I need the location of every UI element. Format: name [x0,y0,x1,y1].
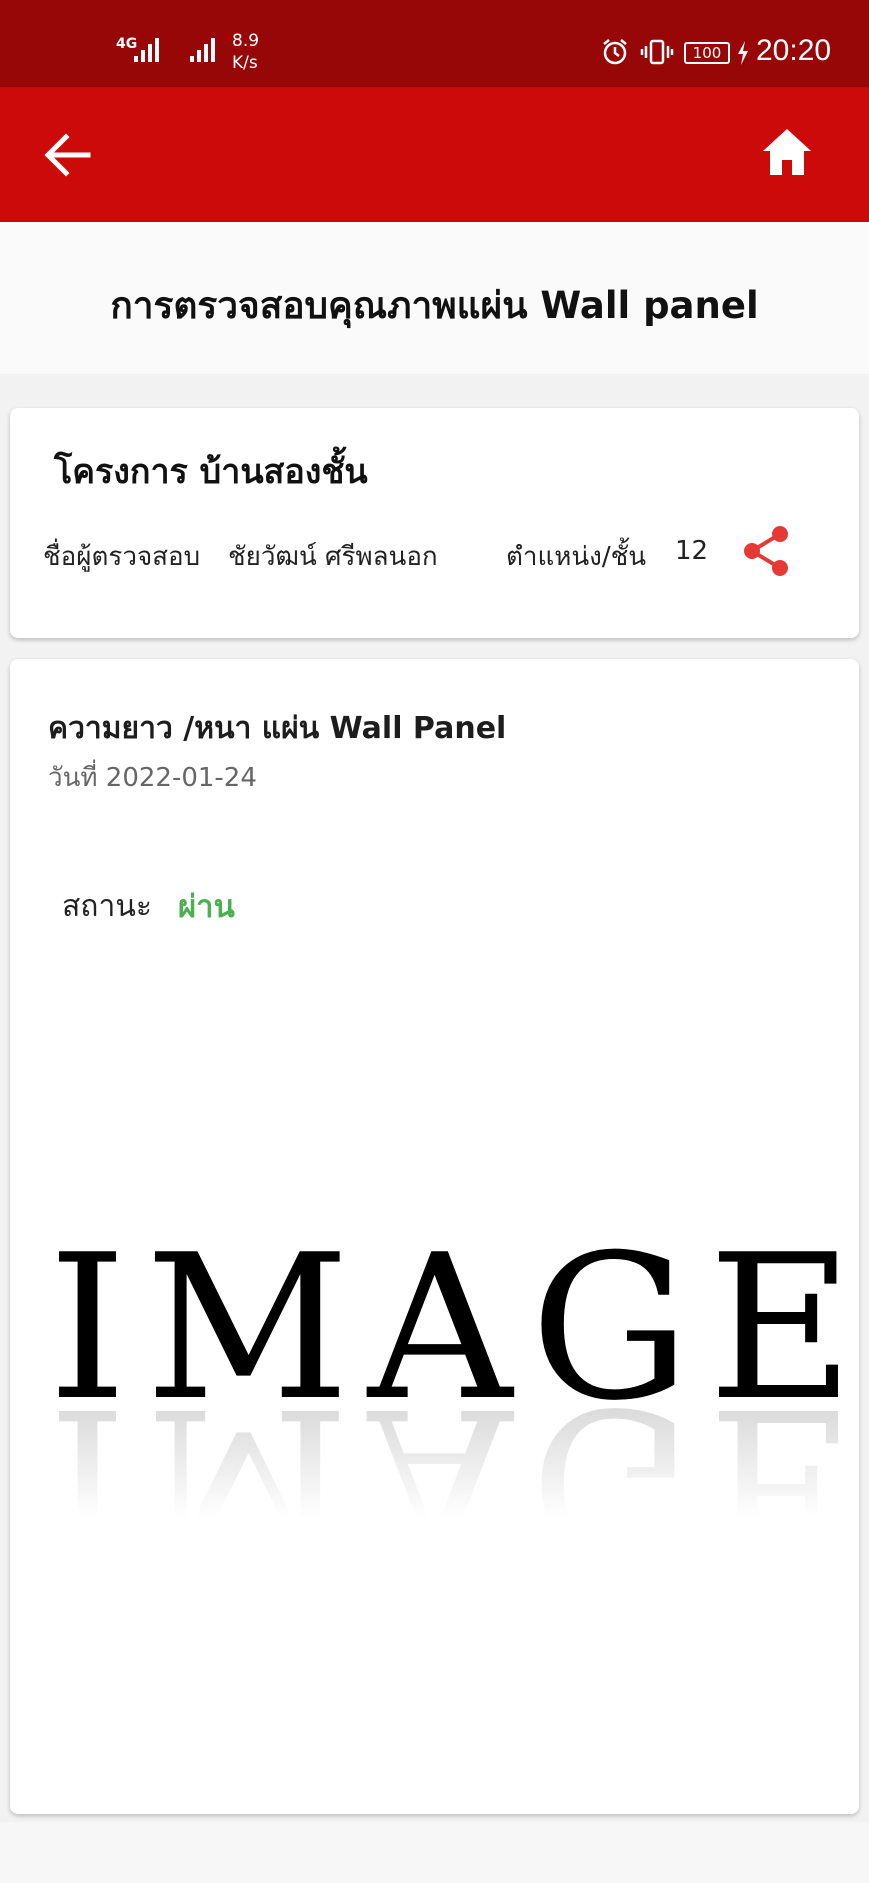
arrow-back-icon [44,133,91,177]
page-title: การตรวจสอบคุณภาพแผ่น Wall panel [110,284,759,327]
bottom-area [0,1822,869,1883]
network-speed: 8.9 K/s [232,30,259,74]
home-icon [763,129,811,175]
project-title: โครงการ บ้านสองชั้น [54,452,368,492]
signal-icon [134,38,159,62]
inspection-image[interactable]: IMAGE IMAGE [48,1229,848,1609]
inspection-item-title: ความยาว /หนา แผ่น Wall Panel [48,711,507,746]
app-bar [0,87,869,222]
home-button[interactable] [761,127,813,177]
battery-icon: 100 [684,42,730,64]
inspector-name: ชัยวัฒน์ ศรีพลนอก [228,542,438,572]
back-button[interactable] [44,133,92,177]
signal-icon-2 [190,38,215,62]
title-section: การตรวจสอบคุณภาพแผ่น Wall panel [0,222,869,374]
vibrate-icon [640,39,674,65]
status-bar: 4G 8.9 K/s 100 20:20 [0,0,869,87]
share-button[interactable] [742,524,792,578]
image-reflection: IMAGE [48,1363,848,1596]
status-label: สถานะ [62,889,152,924]
inspector-label: ชื่อผู้ตรวจสอบ [43,542,201,572]
position-label: ตำแหน่ง/ชั้น [506,542,647,572]
alarm-icon [603,39,627,65]
share-icon [744,526,788,576]
speed-value: 8.9 [232,31,260,51]
status-value: ผ่าน [178,889,235,925]
inspection-date: วันที่ 2022-01-24 [48,763,257,793]
speed-unit: K/s [232,53,258,73]
charging-icon [738,41,748,65]
clock: 20:20 [756,34,832,67]
inspection-detail-card[interactable]: ความยาว /หนา แผ่น Wall Panel วันที่ 2022… [10,659,859,1814]
position-value: 12 [675,536,709,566]
project-info-card: โครงการ บ้านสองชั้น ชื่อผู้ตรวจสอบ ชัยวั… [10,408,859,638]
